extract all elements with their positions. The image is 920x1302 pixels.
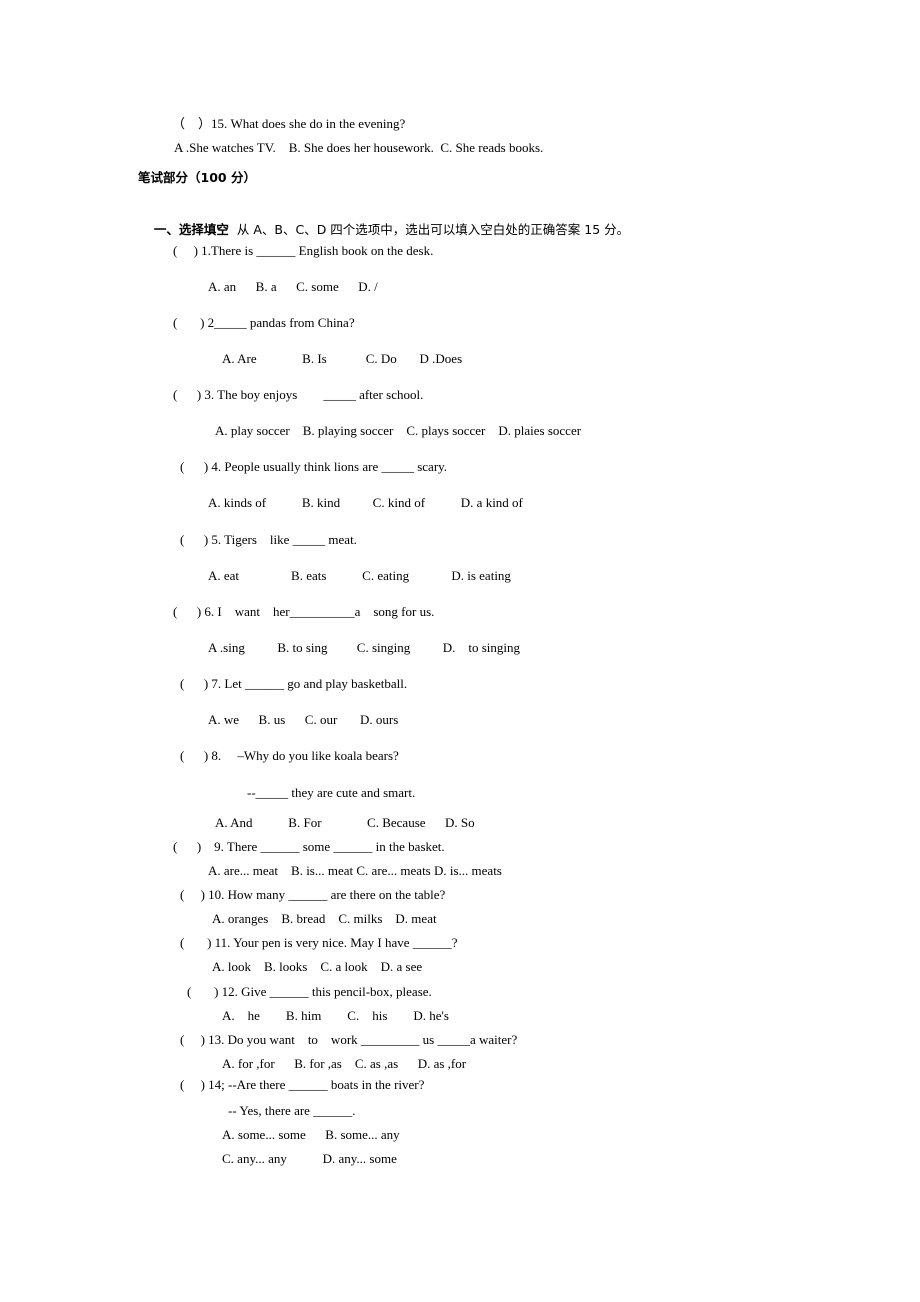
question-stem: ( ) 4. People usually think lions are __… xyxy=(180,459,448,474)
question-stem: ( ) 7. Let ______ go and play basketball… xyxy=(180,676,408,691)
question-options: A .sing B. to sing C. singing D. to sing… xyxy=(208,640,521,655)
section-title: 笔试部分（100 分） xyxy=(138,170,256,185)
question-options: A. play soccer B. playing soccer C. play… xyxy=(215,423,582,438)
question-answer-line: -- Yes, there are ______. xyxy=(228,1103,356,1118)
part-1-heading: 一、选择填空 xyxy=(153,222,229,237)
question-15-stem: （ ）15. What does she do in the evening? xyxy=(172,116,406,131)
question-15-options: A .She watches TV. B. She does her house… xyxy=(174,140,544,155)
question-stem: ( ) 10. How many ______ are there on the… xyxy=(180,887,446,902)
question-options: A. kinds of B. kind C. kind of D. a kind… xyxy=(208,495,523,510)
question-options: A. And B. For C. Because D. So xyxy=(215,815,475,830)
question-stem: ( ) 9. There ______ some ______ in the b… xyxy=(173,839,445,854)
question-stem: ( ) 11. Your pen is very nice. May I hav… xyxy=(180,935,458,950)
question-answer-line: --_____ they are cute and smart. xyxy=(247,785,416,800)
question-stem: ( ) 12. Give ______ this pencil-box, ple… xyxy=(187,984,432,999)
question-options: A. are... meat B. is... meat C. are... m… xyxy=(208,863,502,878)
question-options: A. for ,for B. for ,as C. as ,as D. as ,… xyxy=(222,1056,467,1071)
question-stem: ( ) 1.There is ______ English book on th… xyxy=(173,243,434,258)
question-options: A. Are B. Is C. Do D .Does xyxy=(222,351,463,366)
question-options: A. eat B. eats C. eating D. is eating xyxy=(208,568,511,583)
question-options: A. look B. looks C. a look D. a see xyxy=(212,959,423,974)
question-stem: ( ) 3. The boy enjoys _____ after school… xyxy=(173,387,424,402)
question-options: A. an B. a C. some D. / xyxy=(208,279,378,294)
question-stem: ( ) 6. I want her__________a song for us… xyxy=(173,604,435,619)
part-1-instruction: 从 A、B、C、D 四个选项中，选出可以填入空白处的正确答案 15 分。 xyxy=(228,222,630,237)
question-stem: ( ) 5. Tigers like _____ meat. xyxy=(180,532,357,547)
question-options: A. oranges B. bread C. milks D. meat xyxy=(212,911,437,926)
question-options: A. he B. him C. his D. he's xyxy=(222,1008,449,1023)
question-stem: ( ) 13. Do you want to work _________ us… xyxy=(180,1032,518,1047)
question-options: A. some... some B. some... any xyxy=(222,1127,400,1142)
question-stem: ( ) 2_____ pandas from China? xyxy=(173,315,355,330)
question-options: A. we B. us C. our D. ours xyxy=(208,712,399,727)
question-options: C. any... any D. any... some xyxy=(222,1151,397,1166)
question-stem: ( ) 14; --Are there ______ boats in the … xyxy=(180,1077,425,1092)
question-stem: ( ) 8. –Why do you like koala bears? xyxy=(180,748,399,763)
